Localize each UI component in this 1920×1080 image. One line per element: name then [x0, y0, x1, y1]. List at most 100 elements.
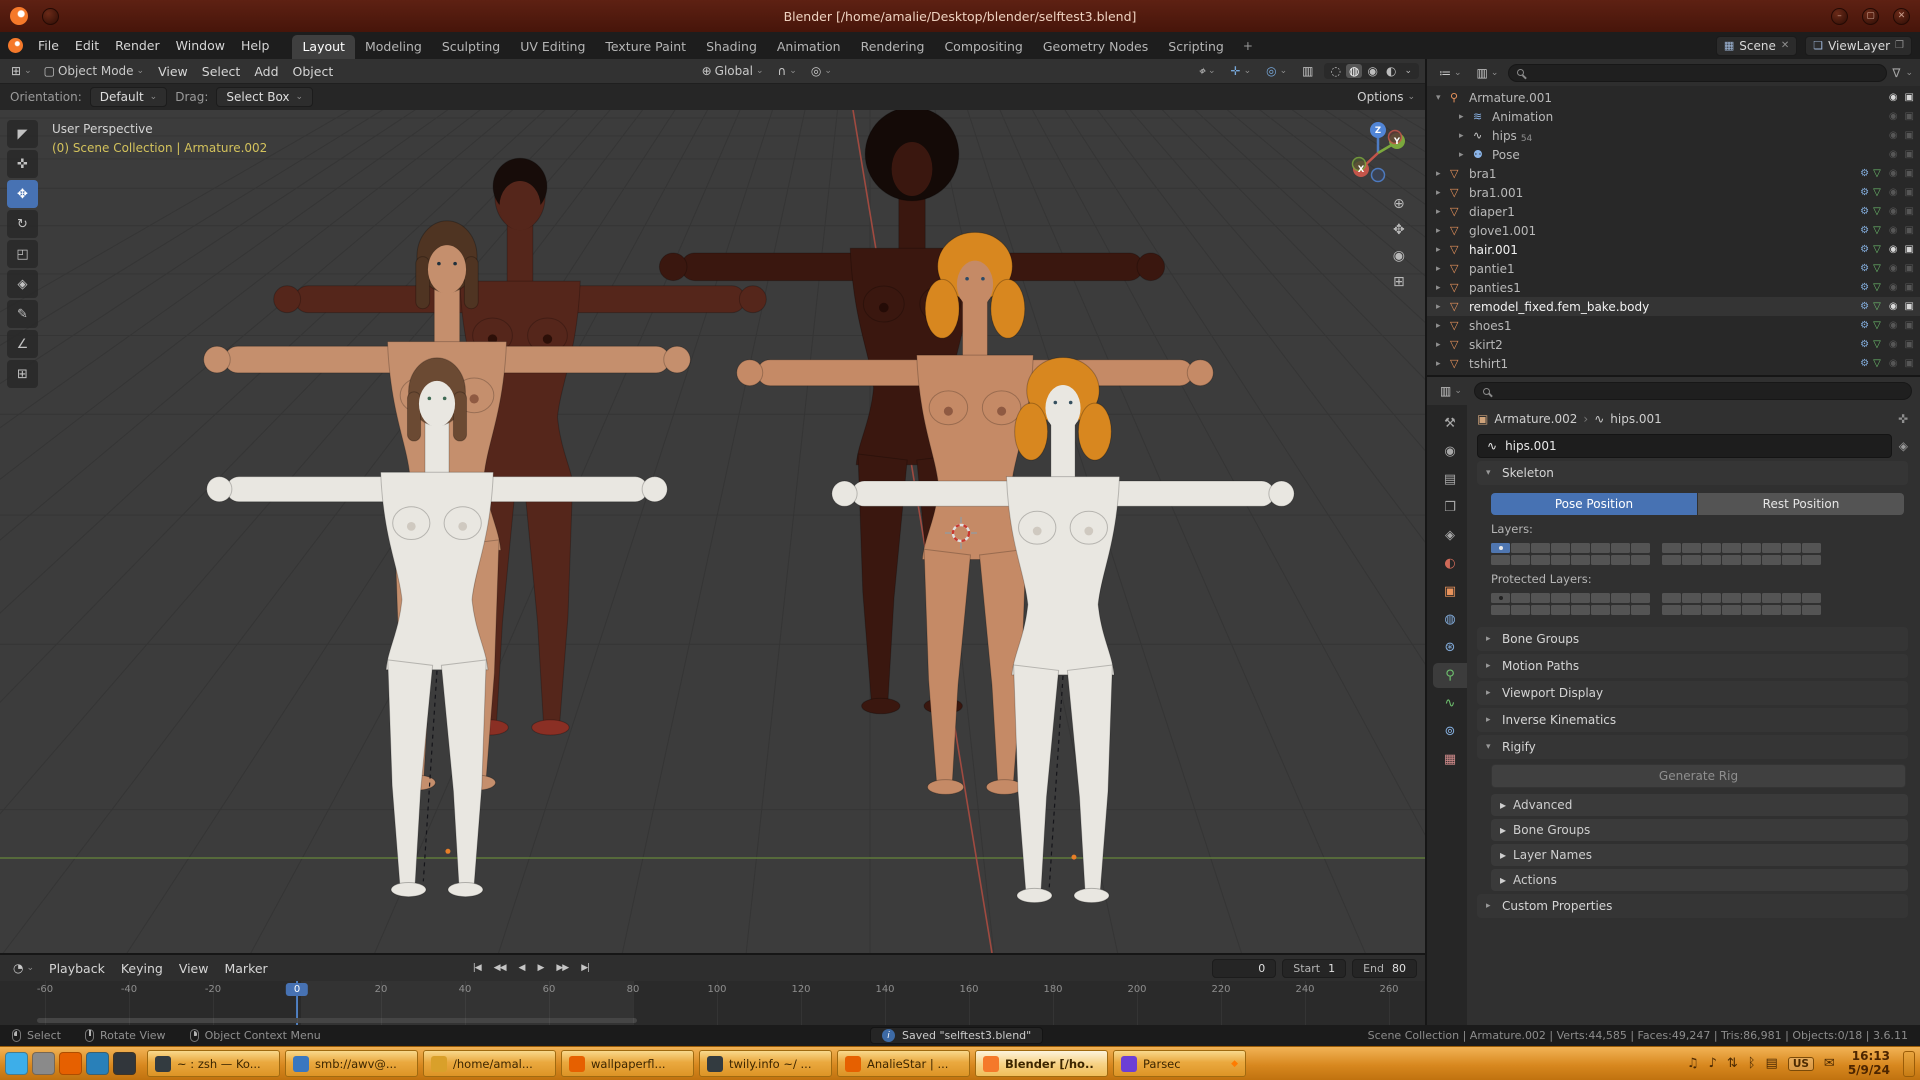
frame-start-field[interactable]: Start1 [1282, 959, 1346, 978]
layer-cell[interactable] [1551, 543, 1570, 553]
tab-scene[interactable]: ◈ [1433, 523, 1467, 548]
current-frame-field[interactable]: 0 [1212, 959, 1276, 978]
disable-render-icon[interactable]: ▣ [1905, 225, 1914, 236]
hide-viewport-icon[interactable]: ◉ [1889, 111, 1898, 122]
expander-icon[interactable]: ▸ [1436, 207, 1446, 217]
disable-render-icon[interactable]: ▣ [1905, 358, 1914, 369]
outliner-editor-dropdown[interactable]: ≔ ⌄ [1434, 65, 1467, 81]
rest-position-button[interactable]: Rest Position [1698, 493, 1904, 515]
add-cube-tool[interactable]: ⊞ [7, 360, 38, 388]
outliner-row[interactable]: ▸ ▽ skirt2 ⚙ ▽ ◉ ▣ [1427, 335, 1920, 354]
layer-cell[interactable] [1571, 555, 1590, 565]
taskbar-window-button[interactable]: smb://awv@... [285, 1050, 418, 1077]
disable-render-icon[interactable]: ▣ [1905, 206, 1914, 217]
disable-render-icon[interactable]: ▣ [1905, 263, 1914, 274]
hide-viewport-icon[interactable]: ◉ [1889, 320, 1898, 331]
rigify-subpanel-header[interactable]: ▸ Actions [1491, 869, 1908, 891]
hide-viewport-icon[interactable]: ◉ [1889, 358, 1898, 369]
workspace-tab[interactable]: Shading [696, 35, 767, 59]
annotate-tool[interactable]: ✎ [7, 300, 38, 328]
expander-icon[interactable]: ▸ [1436, 169, 1446, 179]
collapsed-panel-header[interactable]: ▸ Bone Groups [1477, 627, 1908, 651]
layer-cell[interactable] [1551, 593, 1570, 603]
disable-render-icon[interactable]: ▣ [1905, 111, 1914, 122]
figure-tan-orange-right[interactable] [737, 232, 1214, 794]
expander-icon[interactable]: ▸ [1436, 226, 1446, 236]
hide-viewport-icon[interactable]: ◉ [1889, 187, 1898, 198]
object-visibility-dropdown[interactable]: ⌖ ⌄ [1193, 63, 1220, 80]
layer-cell[interactable] [1611, 593, 1630, 603]
jump-prev-keyframe[interactable]: ◀◀ [489, 961, 511, 975]
rigify-subpanel-header[interactable]: ▸ Bone Groups [1491, 819, 1908, 841]
layer-cell[interactable] [1631, 593, 1650, 603]
hide-viewport-icon[interactable]: ◉ [1889, 168, 1898, 179]
hide-viewport-icon[interactable]: ◉ [1889, 263, 1898, 274]
expander-icon[interactable]: ▸ [1436, 359, 1446, 369]
layer-cell[interactable] [1491, 593, 1510, 603]
layer-cell[interactable] [1511, 605, 1530, 615]
layer-cell[interactable] [1802, 543, 1821, 553]
menubar-item[interactable]: File [30, 36, 67, 55]
tab-physics[interactable]: ◍ [1433, 607, 1467, 632]
move-tool[interactable]: ✥ [7, 180, 38, 208]
layer-cell[interactable] [1782, 543, 1801, 553]
outliner-row[interactable]: ▸ ▽ hair.001 ⚙ ▽ ◉ [1427, 240, 1920, 259]
outliner-row[interactable]: ▸ ▽ shoes1 ⚙ ▽ ◉ ▣ [1427, 316, 1920, 335]
figure-white-left[interactable] [207, 358, 668, 897]
hide-viewport-icon[interactable]: ◉ [1889, 301, 1898, 312]
drag-setting-dropdown[interactable]: Select Box ⌄ [216, 87, 313, 107]
firefox-icon[interactable] [59, 1052, 82, 1075]
layer-cell[interactable] [1802, 593, 1821, 603]
overlays-toggle[interactable]: ◎ ⌄ [1261, 63, 1292, 79]
workspace-tab[interactable]: Geometry Nodes [1033, 35, 1158, 59]
disable-render-icon[interactable]: ▣ [1905, 187, 1914, 198]
tab-object[interactable]: ▣ [1433, 579, 1467, 604]
file-manager-icon[interactable] [86, 1052, 109, 1075]
layer-cell[interactable] [1762, 593, 1781, 603]
layer-cell[interactable] [1631, 555, 1650, 565]
rigify-subpanel-header[interactable]: ▸ Layer Names [1491, 844, 1908, 866]
layer-cell[interactable] [1742, 593, 1761, 603]
outliner-search-input[interactable] [1508, 64, 1887, 82]
layer-cell[interactable] [1682, 605, 1701, 615]
expander-icon[interactable]: ▸ [1436, 321, 1446, 331]
viewport-menu-item[interactable]: Object [286, 63, 341, 80]
clipboard-icon[interactable]: ▤ [1766, 1056, 1778, 1071]
pan-hand-icon[interactable]: ✥ [1393, 222, 1405, 238]
disable-render-icon[interactable]: ▣ [1905, 301, 1914, 312]
measure-tool[interactable]: ∠ [7, 330, 38, 358]
layer-cell[interactable] [1571, 593, 1590, 603]
layer-cell[interactable] [1662, 593, 1681, 603]
layer-cell[interactable] [1511, 593, 1530, 603]
timeline-ruler[interactable]: 0 -60-40-2002040608010012014016018020022… [0, 981, 1425, 1025]
collapsed-panel-header[interactable]: ▸ Motion Paths [1477, 654, 1908, 678]
close-button[interactable]: ✕ [1893, 8, 1910, 25]
layer-cell[interactable] [1762, 605, 1781, 615]
layer-cell[interactable] [1551, 605, 1570, 615]
workspace-tab[interactable]: Sculpting [432, 35, 510, 59]
shading-wireframe-button[interactable]: ◌ [1328, 64, 1344, 78]
fake-user-icon[interactable]: ◈ [1899, 439, 1908, 453]
expander-icon[interactable]: ▸ [1459, 131, 1469, 141]
layer-cell[interactable] [1531, 593, 1550, 603]
layer-cell[interactable] [1511, 543, 1530, 553]
hide-viewport-icon[interactable]: ◉ [1889, 149, 1898, 160]
snap-toggle[interactable]: ∩ ⌄ [772, 63, 801, 79]
rotate-tool[interactable]: ↻ [7, 210, 38, 238]
shading-rendered-button[interactable]: ◐ [1383, 64, 1399, 78]
3d-viewport[interactable]: ◤✜✥↻◰◈✎∠⊞ User Perspective (0) Scene Col… [0, 110, 1425, 953]
layer-cell[interactable] [1662, 555, 1681, 565]
layer-cell[interactable] [1742, 543, 1761, 553]
outliner-row[interactable]: ▾ ⚲ Armature.001 ⚙ ▽ ◉ [1427, 88, 1920, 107]
tab-object-constraints[interactable]: ⊛ [1433, 635, 1467, 660]
timeline-menu-item[interactable]: Playback [41, 959, 113, 978]
copy-viewlayer-icon[interactable]: ❐ [1895, 40, 1904, 51]
tab-render[interactable]: ◉ [1433, 439, 1467, 464]
timeline-menu-item[interactable]: View [171, 959, 217, 978]
outliner-row[interactable]: ▸ ▽ pantie1 ⚙ ▽ ◉ ▣ [1427, 259, 1920, 278]
outliner-row[interactable]: ▸ ∿ hips 54 ⚙ ▽ ◉ ▣ [1427, 126, 1920, 145]
breadcrumb-bone[interactable]: hips.001 [1610, 412, 1662, 426]
layer-cell[interactable] [1682, 593, 1701, 603]
custom-properties-panel-header[interactable]: ▸ Custom Properties [1477, 894, 1908, 918]
expander-icon[interactable]: ▸ [1436, 302, 1446, 312]
